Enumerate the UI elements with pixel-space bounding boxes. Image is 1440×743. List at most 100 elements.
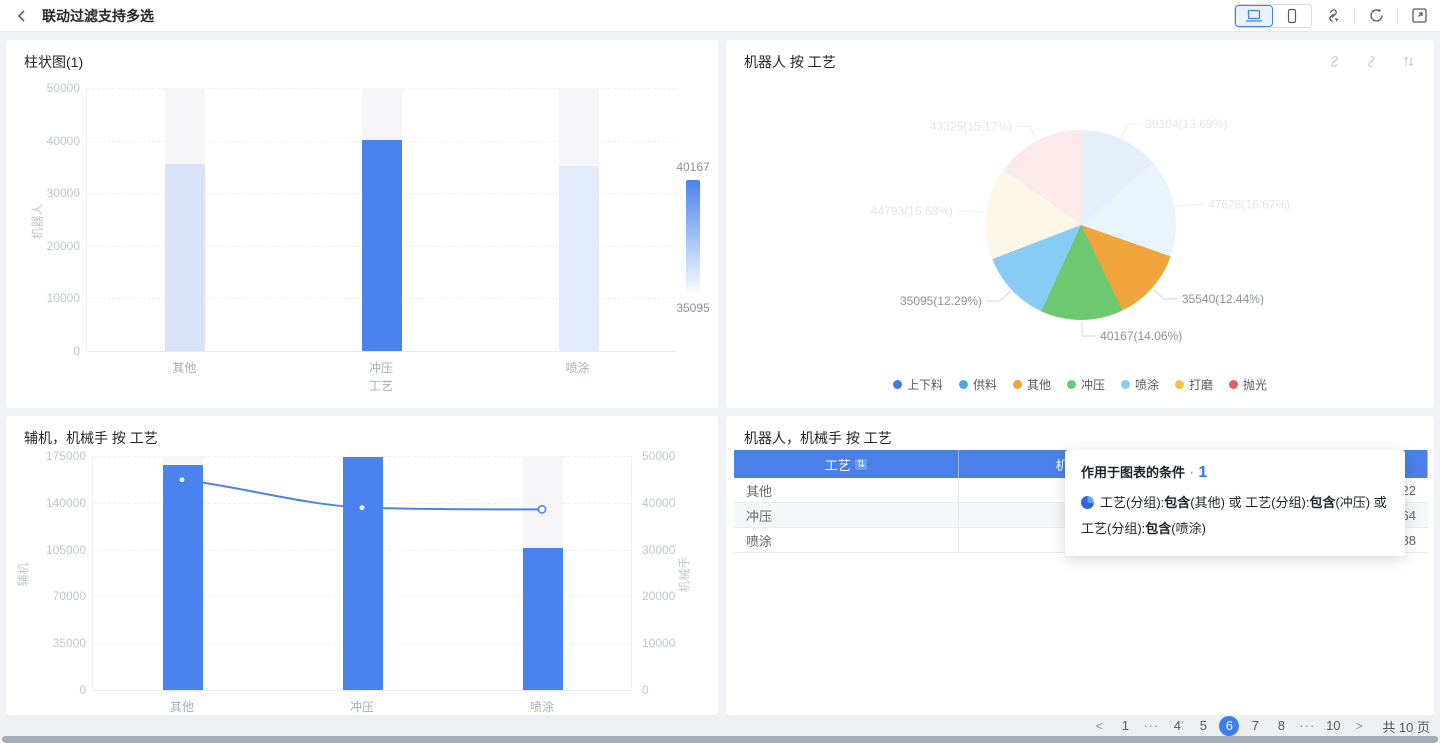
top-bar: 联动过滤支持多选 (0, 0, 1440, 32)
column-sort-icon[interactable]: ⇅ (855, 459, 867, 470)
condition-text-segment: 包含 (1309, 495, 1335, 510)
chevron-left-icon (16, 10, 28, 22)
legend-label: 喷涂 (1135, 376, 1159, 393)
card-table-chart: 机器人，机械手 按 工艺 工艺⇅机器人机械手其他3554044922冲压4016… (726, 416, 1434, 715)
refresh-button[interactable] (1367, 7, 1385, 25)
pie-data-label: 40167(14.06%) (1100, 329, 1182, 343)
legend-label: 抛光 (1243, 376, 1267, 393)
pie-leader-line (986, 291, 1011, 301)
color-scale-min: 35095 (671, 301, 715, 315)
bar-其他[interactable] (165, 164, 205, 351)
y-axis-title: 机器人 (29, 191, 46, 251)
gridline (87, 351, 676, 352)
bar-plot-area (86, 88, 676, 351)
page-7[interactable]: 7 (1245, 716, 1265, 736)
color-scale-bar (686, 180, 700, 295)
legend-label: 冲压 (1081, 376, 1105, 393)
pie[interactable] (986, 130, 1176, 320)
mobile-view-button[interactable] (1273, 5, 1311, 27)
hover-band (362, 88, 402, 140)
condition-text-segment: 包含 (1164, 495, 1190, 510)
cell-category: 冲压 (734, 503, 959, 528)
page-6[interactable]: 6 (1219, 716, 1239, 736)
card-pie-chart: 机器人 按 工艺 39104(13.69%)47628(16.67%)35540… (726, 40, 1434, 408)
bar-chart: 01000020000300004000050000其他冲压喷涂工艺机器人401… (6, 40, 718, 408)
color-scale-max: 40167 (671, 160, 715, 174)
cell-category: 其他 (734, 478, 959, 503)
phone-icon (1286, 8, 1298, 24)
line-point (180, 477, 185, 482)
total-pages-label: 共 10 页 (1382, 717, 1430, 736)
view-mode-switch (1234, 4, 1312, 28)
desktop-view-button[interactable] (1235, 5, 1273, 27)
x-axis-tick: 其他 (142, 698, 222, 715)
back-button[interactable] (12, 6, 32, 26)
expand-icon (1411, 7, 1428, 24)
pie-data-label: 43325(15.17%) (930, 119, 1012, 133)
left-y-tick: 70000 (26, 589, 86, 603)
condition-text-segment: (喷涂) (1171, 521, 1206, 536)
pie-chart-icon (1081, 496, 1094, 509)
ellipsis-button[interactable]: ··· (1141, 716, 1161, 736)
pie-leader-line (957, 211, 986, 213)
page-5[interactable]: 5 (1193, 716, 1213, 736)
y-axis-tick: 10000 (20, 291, 80, 305)
legend-item-打磨[interactable]: 打磨 (1175, 376, 1213, 393)
legend-dot (1229, 380, 1238, 389)
legend-item-其他[interactable]: 其他 (1013, 376, 1051, 393)
share-link-icon (1324, 7, 1342, 25)
page-10[interactable]: 10 (1323, 716, 1343, 736)
bar-冲压[interactable] (362, 140, 402, 351)
legend-dot (1013, 380, 1022, 389)
x-axis-tick: 喷涂 (502, 698, 582, 715)
legend-dot (893, 380, 902, 389)
legend-item-上下料[interactable]: 上下料 (893, 376, 943, 393)
legend-dot (1121, 380, 1130, 389)
legend-label: 打磨 (1189, 376, 1213, 393)
ellipsis-button[interactable]: ··· (1297, 716, 1317, 736)
dashboard-app: 联动过滤支持多选 柱状图(1) (0, 0, 1440, 743)
legend-label: 上下料 (907, 376, 943, 393)
page-1[interactable]: 1 (1115, 716, 1135, 736)
left-y-tick: 140000 (26, 496, 86, 510)
tooltip-title: 作用于图表的条件 (1081, 465, 1185, 480)
laptop-icon (1245, 9, 1263, 23)
share-link-button[interactable] (1324, 7, 1342, 25)
card-combo-chart: 辅机，机械手 按 工艺 0350007000010500014000017500… (6, 416, 718, 715)
legend-item-冲压[interactable]: 冲压 (1067, 376, 1105, 393)
right-y-tick: 0 (642, 683, 692, 697)
fullscreen-button[interactable] (1410, 7, 1428, 25)
right-axis-title: 机械手 (676, 549, 693, 601)
pagination-bar: <1 ··· 45678 ··· 10 > 共 10 页 (0, 715, 1440, 737)
line-series-layer (92, 456, 632, 690)
pie-data-label: 39104(13.69%) (1145, 117, 1227, 131)
line-series[interactable] (182, 480, 542, 510)
legend-item-喷涂[interactable]: 喷涂 (1121, 376, 1159, 393)
next-button[interactable]: > (1349, 716, 1369, 736)
legend-dot (1067, 380, 1076, 389)
bar-喷涂[interactable] (559, 166, 599, 351)
page-8[interactable]: 8 (1271, 716, 1291, 736)
divider (1354, 8, 1355, 24)
legend-label: 供料 (973, 376, 997, 393)
prev-button[interactable]: < (1089, 716, 1109, 736)
card-bar-chart: 柱状图(1) 01000020000300004000050000其他冲压喷涂工… (6, 40, 718, 408)
pie-data-label: 35095(12.29%) (900, 294, 982, 308)
page-4[interactable]: 4 (1167, 716, 1187, 736)
x-axis-tick: 冲压 (322, 698, 402, 715)
right-y-tick: 10000 (642, 636, 692, 650)
table-header-工艺[interactable]: 工艺⇅ (734, 450, 959, 478)
tooltip-count: 1 (1198, 464, 1207, 481)
legend-item-抛光[interactable]: 抛光 (1229, 376, 1267, 393)
legend-item-供料[interactable]: 供料 (959, 376, 997, 393)
condition-text-segment: 包含 (1145, 521, 1171, 536)
pie-data-label: 35540(12.44%) (1182, 292, 1264, 306)
line-point-highlighted[interactable] (538, 506, 545, 513)
combo-chart: 0350007000010500014000017500001000020000… (6, 416, 718, 715)
left-y-tick: 105000 (26, 543, 86, 557)
condition-text-segment: (其他) 或 工艺(分组): (1190, 495, 1309, 510)
horizontal-scrollbar[interactable] (2, 736, 1438, 743)
card-title: 机器人，机械手 按 工艺 (744, 428, 892, 448)
left-y-tick: 175000 (26, 449, 86, 463)
tooltip-separator: · (1189, 464, 1194, 481)
